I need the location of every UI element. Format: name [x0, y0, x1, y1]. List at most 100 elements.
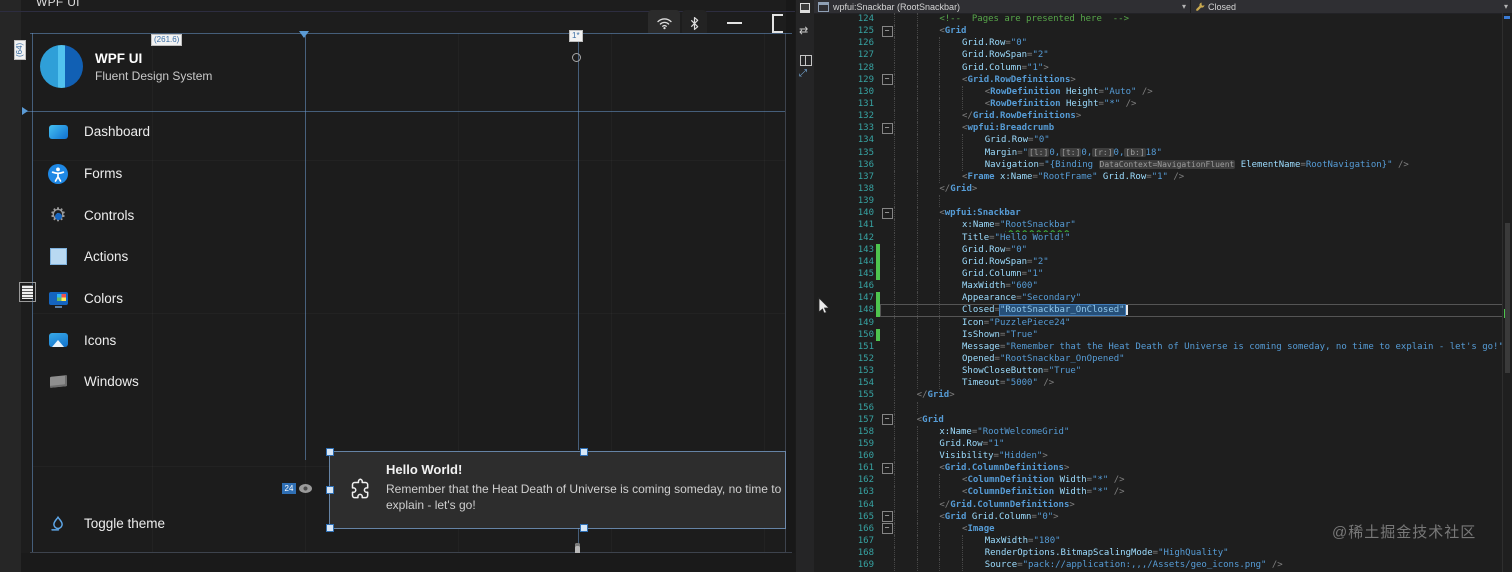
line-number[interactable]: 160	[814, 450, 874, 462]
fold-collapse-icon[interactable]: −	[880, 511, 894, 523]
code-line[interactable]: 163 <ColumnDefinition Width="*" />	[814, 486, 1512, 499]
line-number[interactable]: 156	[814, 402, 874, 414]
nav-item-controls[interactable]: ⚙ Controls	[46, 194, 150, 236]
line-number[interactable]: 134	[814, 134, 874, 146]
line-number[interactable]: 140	[814, 207, 874, 219]
code-line[interactable]: 154 Timeout="5000" />	[814, 377, 1512, 390]
line-number[interactable]: 155	[814, 389, 874, 401]
code-line[interactable]: 141 x:Name="RootSnackbar"	[814, 219, 1512, 232]
code-line[interactable]: 152 Opened="RootSnackbar_OnOpened"	[814, 352, 1512, 365]
fold-collapse-icon[interactable]: −	[880, 25, 894, 37]
nav-item-windows[interactable]: Windows	[46, 361, 150, 403]
line-number[interactable]: 157	[814, 414, 874, 426]
line-number[interactable]: 165	[814, 511, 874, 523]
nav-item-colors[interactable]: Colors	[46, 278, 150, 320]
code-line[interactable]: 161− <Grid.ColumnDefinitions>	[814, 462, 1512, 475]
anchor-adorner[interactable]	[572, 53, 581, 62]
line-number[interactable]: 132	[814, 110, 874, 122]
line-number[interactable]: 129	[814, 74, 874, 86]
line-number[interactable]: 131	[814, 98, 874, 110]
code-line[interactable]: 159 Grid.Row="1"	[814, 437, 1512, 450]
line-number[interactable]: 149	[814, 317, 874, 329]
line-number[interactable]: 143	[814, 244, 874, 256]
code-line[interactable]: 125− <Grid	[814, 25, 1512, 38]
code-line[interactable]: 143 Grid.Row="0"	[814, 243, 1512, 256]
fold-collapse-icon[interactable]: −	[880, 462, 894, 474]
selection-handle-top-left[interactable]	[326, 448, 334, 456]
code-line[interactable]: 136 Navigation="{Binding DataContext=Navi…	[814, 158, 1512, 171]
split-view-icon[interactable]	[800, 55, 812, 66]
code-line[interactable]: 151 Message="Remember that the Heat Death…	[814, 340, 1512, 353]
line-number[interactable]: 152	[814, 353, 874, 365]
nav-item-forms[interactable]: Forms	[46, 153, 150, 195]
fold-collapse-icon[interactable]: −	[880, 74, 894, 86]
fold-collapse-icon[interactable]: −	[880, 523, 894, 535]
line-number[interactable]: 169	[814, 559, 874, 571]
selection-handle-top-mid[interactable]	[580, 448, 588, 456]
code-line[interactable]: 168 RenderOptions.BitmapScalingMode="High…	[814, 547, 1512, 560]
line-number[interactable]: 146	[814, 280, 874, 292]
code-line[interactable]: 131 <RowDefinition Height="*" />	[814, 97, 1512, 110]
line-number[interactable]: 138	[814, 183, 874, 195]
code-line[interactable]: 144 Grid.RowSpan="2"	[814, 255, 1512, 268]
code-line[interactable]: 127 Grid.RowSpan="2"	[814, 49, 1512, 62]
code-line[interactable]: 162 <ColumnDefinition Width="*" />	[814, 474, 1512, 487]
code-line[interactable]: 129− <Grid.RowDefinitions>	[814, 73, 1512, 86]
snackbar[interactable]: Hello World! Remember that the Heat Deat…	[329, 451, 786, 529]
xaml-code-editor[interactable]: wpfui:Snackbar (RootSnackbar) ▾ Closed ▾…	[814, 0, 1512, 572]
line-number[interactable]: 124	[814, 13, 874, 25]
code-line[interactable]: 140− <wpfui:Snackbar	[814, 207, 1512, 220]
code-line[interactable]: 128 Grid.Column="1">	[814, 61, 1512, 74]
fold-collapse-icon[interactable]: −	[880, 122, 894, 134]
grid-splitter-marker[interactable]	[299, 31, 309, 38]
selection-handle-bottom-mid[interactable]	[580, 524, 588, 532]
fold-collapse-icon[interactable]: −	[880, 414, 894, 426]
xaml-designer-surface[interactable]: WPF UI WPF UI Fluent Design System Dashb…	[0, 0, 795, 572]
code-line[interactable]: 147 Appearance="Secondary"	[814, 292, 1512, 305]
margin-adorner[interactable]	[19, 282, 36, 302]
code-line[interactable]: 156	[814, 401, 1512, 414]
code-line[interactable]: 158 x:Name="RootWelcomeGrid"	[814, 425, 1512, 438]
line-number[interactable]: 164	[814, 499, 874, 511]
line-number[interactable]: 130	[814, 86, 874, 98]
line-number[interactable]: 126	[814, 37, 874, 49]
maximize-icon[interactable]	[772, 14, 783, 33]
visibility-adorner-icon[interactable]	[299, 484, 312, 493]
code-line[interactable]: 157− <Grid	[814, 413, 1512, 426]
code-line[interactable]: 138 </Grid>	[814, 182, 1512, 195]
line-number[interactable]: 139	[814, 195, 874, 207]
line-number[interactable]: 128	[814, 62, 874, 74]
line-number[interactable]: 153	[814, 365, 874, 377]
code-line[interactable]: 169 Source="pack://application:,,,/Assets…	[814, 559, 1512, 572]
object-dropdown[interactable]: wpfui:Snackbar (RootSnackbar) ▾	[814, 0, 1190, 13]
fold-collapse-icon[interactable]: −	[880, 207, 894, 219]
code-line[interactable]: 153 ShowCloseButton="True"	[814, 365, 1512, 378]
nav-item-icons[interactable]: Icons	[46, 319, 150, 361]
line-number[interactable]: 166	[814, 523, 874, 535]
code-line[interactable]: 145 Grid.Column="1"	[814, 267, 1512, 281]
code-line[interactable]: 126 Grid.Row="0"	[814, 37, 1512, 50]
code-line[interactable]: 164 </Grid.ColumnDefinitions>	[814, 498, 1512, 511]
code-line[interactable]: 160 Visibility="Hidden">	[814, 450, 1512, 463]
code-line[interactable]: 124 <!-- Pages are presented here -->	[814, 13, 1512, 25]
line-number[interactable]: 168	[814, 547, 874, 559]
line-number[interactable]: 161	[814, 462, 874, 474]
selection-handle-left-mid[interactable]	[326, 486, 334, 494]
line-number[interactable]: 159	[814, 438, 874, 450]
line-number[interactable]: 154	[814, 377, 874, 389]
code-area[interactable]: 124 <!-- Pages are presented here --> 125−…	[814, 13, 1512, 572]
expand-pane-icon[interactable]: ⤢	[799, 68, 807, 79]
code-line[interactable]: 149 Icon="PuzzlePiece24"	[814, 316, 1512, 329]
line-number[interactable]: 135	[814, 147, 874, 159]
swap-panes-icon[interactable]: ⇄	[799, 24, 808, 37]
line-number[interactable]: 125	[814, 25, 874, 37]
scrollbar-thumb[interactable]	[1505, 223, 1510, 373]
code-line[interactable]: 148 Closed="RootSnackbar_OnClosed"	[814, 304, 1512, 317]
line-number[interactable]: 167	[814, 535, 874, 547]
code-line[interactable]: 142 Title="Hello World!"	[814, 231, 1512, 244]
code-line[interactable]: 155 </Grid>	[814, 389, 1512, 402]
designer-splitter-bar[interactable]: ⇄ ⤢	[795, 0, 815, 572]
line-number[interactable]: 137	[814, 171, 874, 183]
line-number[interactable]: 163	[814, 486, 874, 498]
line-number[interactable]: 142	[814, 232, 874, 244]
